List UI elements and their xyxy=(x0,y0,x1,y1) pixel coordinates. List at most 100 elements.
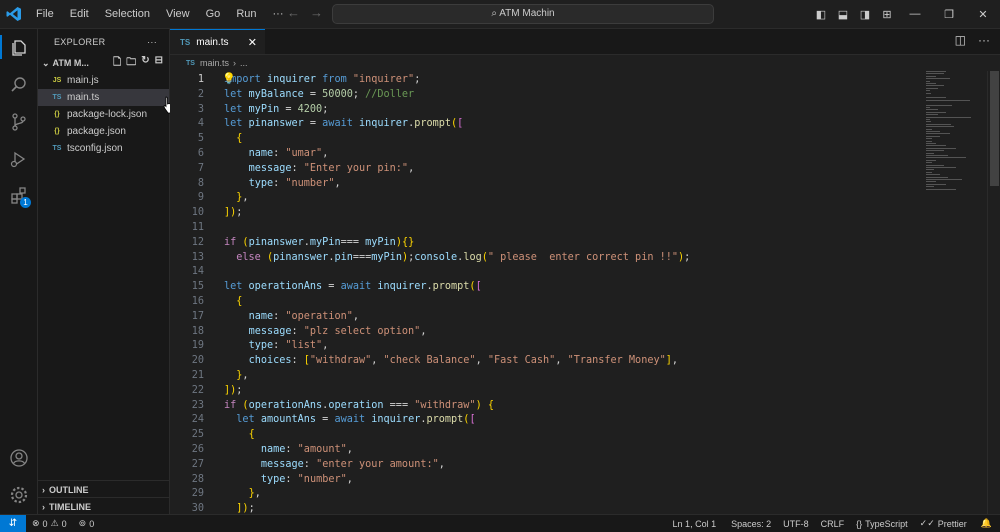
code-line: 8 type: "number", xyxy=(170,176,930,191)
timeline-section[interactable]: › TIMELINE xyxy=(38,497,173,515)
code-line: 5 { xyxy=(170,131,930,146)
minimap-line xyxy=(926,143,936,144)
cursor-position[interactable]: Ln 1, Col 1 xyxy=(664,518,726,529)
code-text: ]); xyxy=(236,503,255,514)
code-editor[interactable]: 1 import inquirer from "inquirer"; 2 let my… xyxy=(170,71,1000,514)
source-control-icon[interactable] xyxy=(0,103,37,140)
refresh-icon[interactable]: ↻ xyxy=(141,55,149,72)
code-text: import inquirer from "inquirer"; xyxy=(224,74,421,85)
scrollbar-thumb[interactable] xyxy=(990,71,999,186)
menu-selection[interactable]: Selection xyxy=(97,0,158,28)
prettier-status[interactable]: ✓✓ Prettier xyxy=(914,518,973,529)
ports-indicator[interactable]: ⊚ 0 xyxy=(73,518,101,529)
remote-indicator-icon[interactable]: ⇵ xyxy=(0,515,26,532)
toggle-secondary-sidebar-icon[interactable]: ◨ xyxy=(854,8,876,21)
minimap-line xyxy=(926,107,930,108)
folder-name: ATM M... xyxy=(52,58,89,68)
json-file-icon: {} xyxy=(54,128,60,135)
lightbulb-icon[interactable]: 💡 xyxy=(222,72,236,85)
breadcrumb-symbol[interactable]: ... xyxy=(240,58,248,68)
new-folder-icon[interactable]: 🗀 xyxy=(126,55,136,72)
close-tab-icon[interactable]: ✕ xyxy=(248,36,257,49)
extensions-icon[interactable]: 1 xyxy=(0,177,37,214)
timeline-label: TIMELINE xyxy=(49,501,91,512)
explorer-icon[interactable] xyxy=(0,29,37,66)
new-file-icon[interactable]: 🗋 xyxy=(113,55,121,72)
code-line: 12 if (pinanswer.myPin=== myPin){} xyxy=(170,235,930,250)
code-line: 25 { xyxy=(170,427,930,442)
close-window-button[interactable]: ✕ xyxy=(966,8,1000,21)
search-view-icon[interactable] xyxy=(0,66,37,103)
command-center-search[interactable]: ⌕ ATM Machin xyxy=(332,4,714,24)
file-item-selected[interactable]: TS main.ts xyxy=(38,89,169,106)
editor-actions: ◫ ··· xyxy=(955,33,990,47)
minimap-line xyxy=(926,176,948,178)
language-mode[interactable]: {} TypeScript xyxy=(850,518,914,529)
line-number: 11 xyxy=(191,222,204,233)
indentation[interactable]: Spaces: 2 xyxy=(725,518,777,529)
line-number: 4 xyxy=(197,118,204,130)
vertical-scrollbar[interactable] xyxy=(987,71,1000,514)
explorer-title: EXPLORER xyxy=(54,36,106,47)
code-text: ]); xyxy=(224,207,243,219)
line-number: 23 xyxy=(191,399,204,411)
run-debug-icon[interactable] xyxy=(0,140,37,177)
minimap-line xyxy=(926,157,966,159)
code-text: message: "Enter your pin:", xyxy=(248,162,415,174)
menu-run[interactable]: Run xyxy=(228,0,264,28)
tab-main-ts[interactable]: TS main.ts ✕ xyxy=(170,29,265,54)
minimap[interactable] xyxy=(926,71,986,201)
minimap-line xyxy=(926,104,952,106)
menu-view[interactable]: View xyxy=(158,0,198,28)
minimap-line xyxy=(926,162,932,164)
toggle-panel-icon[interactable]: ⬓ xyxy=(832,8,854,21)
code-line: 11 xyxy=(170,220,930,235)
explorer-more-icon[interactable]: ··· xyxy=(147,37,157,47)
file-item[interactable]: TS tsconfig.json xyxy=(38,140,169,157)
minimap-line xyxy=(926,131,940,132)
menu-file[interactable]: File xyxy=(28,0,62,28)
line-number: 30 xyxy=(191,503,204,514)
split-editor-icon[interactable]: ◫ xyxy=(955,33,966,47)
file-item[interactable]: {} package.json xyxy=(38,123,169,140)
minimap-line xyxy=(926,171,932,173)
encoding[interactable]: UTF-8 xyxy=(777,518,815,529)
file-item[interactable]: JS main.js xyxy=(38,72,169,89)
ts-file-icon: TS xyxy=(186,59,195,67)
settings-gear-icon[interactable] xyxy=(0,476,37,513)
notifications-bell-icon[interactable]: 🔔 xyxy=(973,518,1000,529)
minimap-line xyxy=(926,111,946,113)
minimap-line xyxy=(926,121,931,123)
more-actions-icon[interactable]: ··· xyxy=(978,33,990,47)
customize-layout-icon[interactable]: ⊞ xyxy=(876,8,898,21)
line-number: 17 xyxy=(191,310,204,322)
warning-icon: ⚠ xyxy=(50,518,59,528)
line-number: 21 xyxy=(191,370,204,381)
code-line: 18 message: "plz select option", xyxy=(170,324,930,339)
account-icon[interactable] xyxy=(0,439,37,476)
code-text: name: "operation", xyxy=(248,310,359,322)
breadcrumb-file[interactable]: main.ts xyxy=(200,58,229,68)
problems-indicator[interactable]: ⊗ 0 ⚠ 0 xyxy=(26,518,73,529)
code-line: 3 let myPin = 4200; xyxy=(170,102,930,117)
minimap-line xyxy=(926,174,940,176)
outline-label: OUTLINE xyxy=(49,484,89,495)
line-endings[interactable]: CRLF xyxy=(815,518,851,529)
file-item[interactable]: {} package-lock.json xyxy=(38,106,169,123)
back-arrow-icon[interactable]: ← xyxy=(287,5,300,20)
minimize-button[interactable]: — xyxy=(898,8,932,20)
code-text: }, xyxy=(236,370,249,381)
minimap-line xyxy=(926,181,936,183)
outline-section[interactable]: › OUTLINE xyxy=(38,480,173,498)
file-name: main.js xyxy=(67,75,99,86)
toggle-primary-sidebar-icon[interactable]: ◧ xyxy=(810,8,832,21)
minimap-line xyxy=(926,126,954,128)
collapse-all-icon[interactable]: ⊟ xyxy=(155,55,163,72)
menu-go[interactable]: Go xyxy=(198,0,229,28)
folder-root[interactable]: ⌄ ATM M... 🗋 🗀 ↻ ⊟ xyxy=(38,54,169,72)
restore-button[interactable]: ❐ xyxy=(932,8,966,21)
forward-arrow-icon[interactable]: → xyxy=(310,5,323,20)
code-line: 21 }, xyxy=(170,368,930,383)
menu-edit[interactable]: Edit xyxy=(62,0,97,28)
code-text: ]); xyxy=(224,384,243,396)
